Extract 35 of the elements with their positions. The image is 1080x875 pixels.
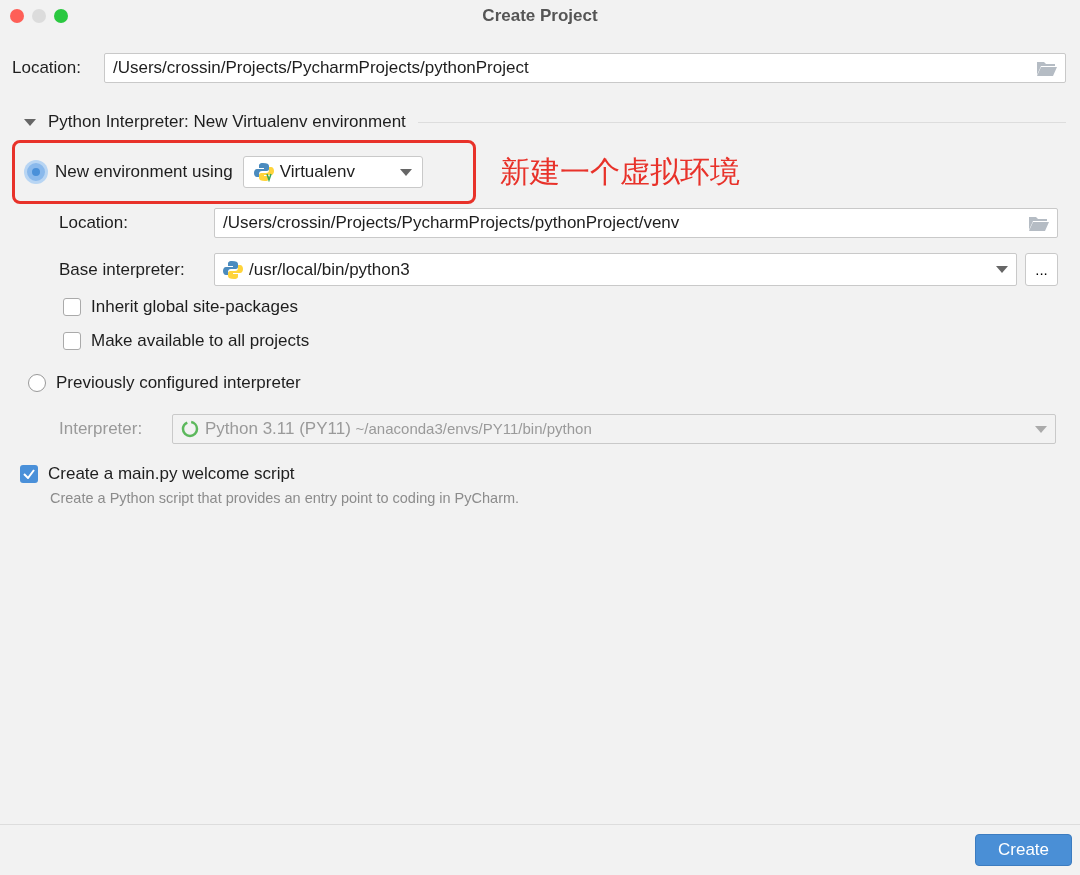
python-icon: [223, 259, 243, 280]
description-text: Create a Python script that provides an entry point to coding in PyCharm.: [49, 490, 521, 506]
base-interpreter-dropdown[interactable]: /usr/local/bin/python3: [214, 253, 1017, 286]
radio-button[interactable]: [28, 374, 46, 392]
folder-icon: [1037, 60, 1057, 76]
checkbox[interactable]: [20, 465, 38, 483]
browse-button[interactable]: ...: [1025, 253, 1058, 286]
dropdown-arrow-icon: [996, 266, 1008, 273]
environment-dropdown[interactable]: Virtualenv: [242, 156, 423, 188]
checkbox-label: Make available to all projects: [91, 331, 310, 351]
section-title: Python Interpreter: New Virtualenv environment: [48, 112, 406, 132]
checkbox[interactable]: [63, 332, 81, 350]
collapse-arrow-icon[interactable]: [24, 118, 36, 126]
field-label: Location:: [59, 213, 129, 233]
field-label: Interpreter:: [59, 419, 144, 439]
radio-button[interactable]: [27, 163, 45, 181]
venv-location-field[interactable]: /Users/crossin/Projects/PycharmProjects/pythonProject/venv: [214, 208, 1058, 238]
radio-label: New environment using: [55, 162, 233, 182]
python-icon: [253, 162, 274, 182]
dropdown-arrow-icon: [1035, 425, 1047, 433]
field-label: Base interpreter:: [59, 259, 186, 280]
annotation-text: 新建一个虚拟环境: [499, 153, 740, 190]
checkbox-label: Create a main.py welcome script: [48, 464, 295, 484]
location-field[interactable]: /Users/crossin/Projects/PycharmProjects/pythonProject: [104, 53, 1066, 83]
close-button[interactable]: [10, 9, 24, 23]
field-label: Location:: [12, 58, 82, 78]
zoom-button[interactable]: [54, 9, 68, 23]
checkbox-label: Inherit global site-packages: [91, 297, 298, 317]
dropdown-arrow-icon: [399, 168, 412, 176]
dropdown-arrow-icon: [24, 118, 36, 126]
folder-icon: [1029, 215, 1049, 231]
radio-label: Previously configured interpreter: [56, 373, 301, 393]
loading-icon: [181, 420, 199, 438]
checkbox[interactable]: [63, 298, 81, 316]
window-title: Create Project: [482, 6, 598, 26]
